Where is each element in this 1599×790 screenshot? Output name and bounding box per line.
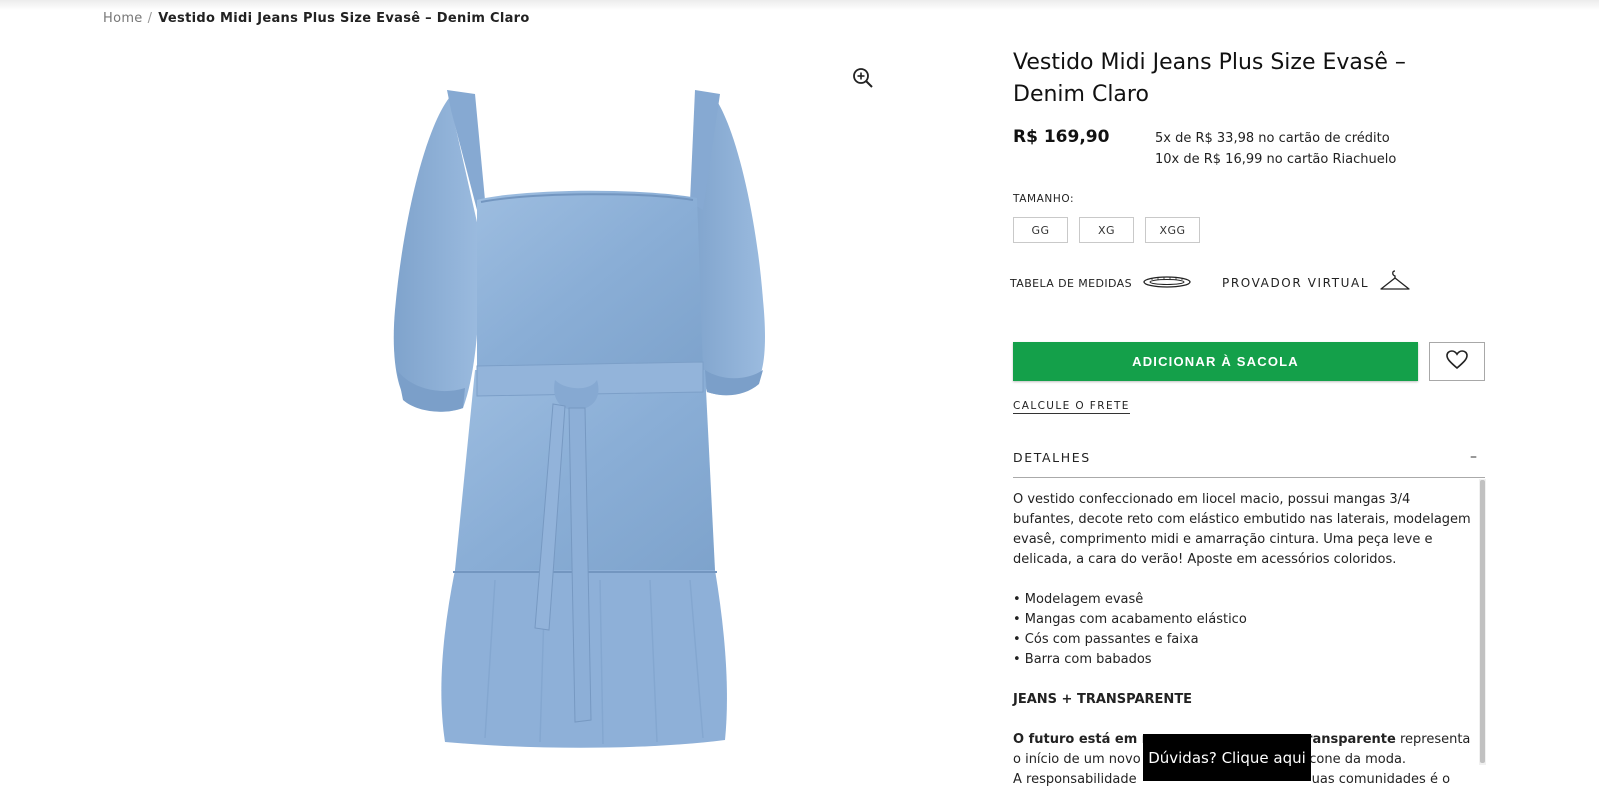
tape-measure-icon — [1142, 275, 1192, 292]
heart-icon — [1446, 349, 1468, 374]
measure-table-link[interactable]: TABELA DE MEDIDAS — [1010, 275, 1192, 292]
installment-credit-card: 5x de R$ 33,98 no cartão de crédito — [1155, 131, 1390, 146]
hanger-icon — [1379, 269, 1411, 296]
top-shadow — [0, 0, 1599, 10]
breadcrumb: Home / Vestido Midi Jeans Plus Size Evasê … — [103, 11, 530, 26]
product-price: R$ 169,90 — [1013, 127, 1110, 147]
add-to-bag-button[interactable]: ADICIONAR À SACOLA — [1013, 342, 1418, 381]
denim-dress-image[interactable] — [385, 70, 825, 781]
details-bullet: • Cós com passantes e faixa — [1013, 632, 1199, 647]
size-option-gg[interactable]: GG — [1013, 217, 1068, 243]
wishlist-button[interactable] — [1429, 342, 1485, 381]
details-bullet: • Barra com babados — [1013, 652, 1152, 667]
installment-riachuelo-card: 10x de R$ 16,99 no cartão Riachuelo — [1155, 152, 1397, 167]
product-title: Vestido Midi Jeans Plus Size Evasê – Den… — [1013, 50, 1406, 107]
virtual-fitting-label: PROVADOR VIRTUAL — [1222, 275, 1370, 290]
virtual-fitting-link[interactable]: PROVADOR VIRTUAL — [1222, 269, 1411, 296]
collapse-icon[interactable]: – — [1470, 450, 1477, 464]
details-accordion-header[interactable]: DETALHES – — [1013, 450, 1485, 478]
details-scrollbar-thumb[interactable] — [1480, 480, 1485, 763]
calculate-freight-link[interactable]: CALCULE O FRETE — [1013, 400, 1130, 414]
details-bullet: • Mangas com acabamento elástico — [1013, 612, 1247, 627]
details-description: O vestido confeccionado em liocel macio,… — [1013, 492, 1471, 567]
details-title: DETALHES — [1013, 450, 1091, 465]
size-option-xgg[interactable]: XGG — [1145, 217, 1200, 243]
zoom-in-icon[interactable] — [852, 67, 874, 89]
details-section-heading: JEANS + TRANSPARENTE — [1013, 692, 1193, 707]
details-bullet: • Modelagem evasê — [1013, 592, 1144, 607]
size-label: TAMANHO: — [1013, 193, 1075, 205]
help-chat-button[interactable]: Dúvidas? Clique aqui — [1143, 734, 1311, 781]
breadcrumb-current: Vestido Midi Jeans Plus Size Evasê – Den… — [158, 11, 530, 26]
installments: 5x de R$ 33,98 no cartão de crédito 10x … — [1155, 128, 1396, 170]
size-selector: GG XG XGG — [1013, 217, 1200, 243]
size-option-xg[interactable]: XG — [1079, 217, 1134, 243]
measure-table-label: TABELA DE MEDIDAS — [1010, 277, 1132, 290]
breadcrumb-home-link[interactable]: Home — [103, 11, 143, 26]
breadcrumb-separator: / — [147, 11, 153, 26]
